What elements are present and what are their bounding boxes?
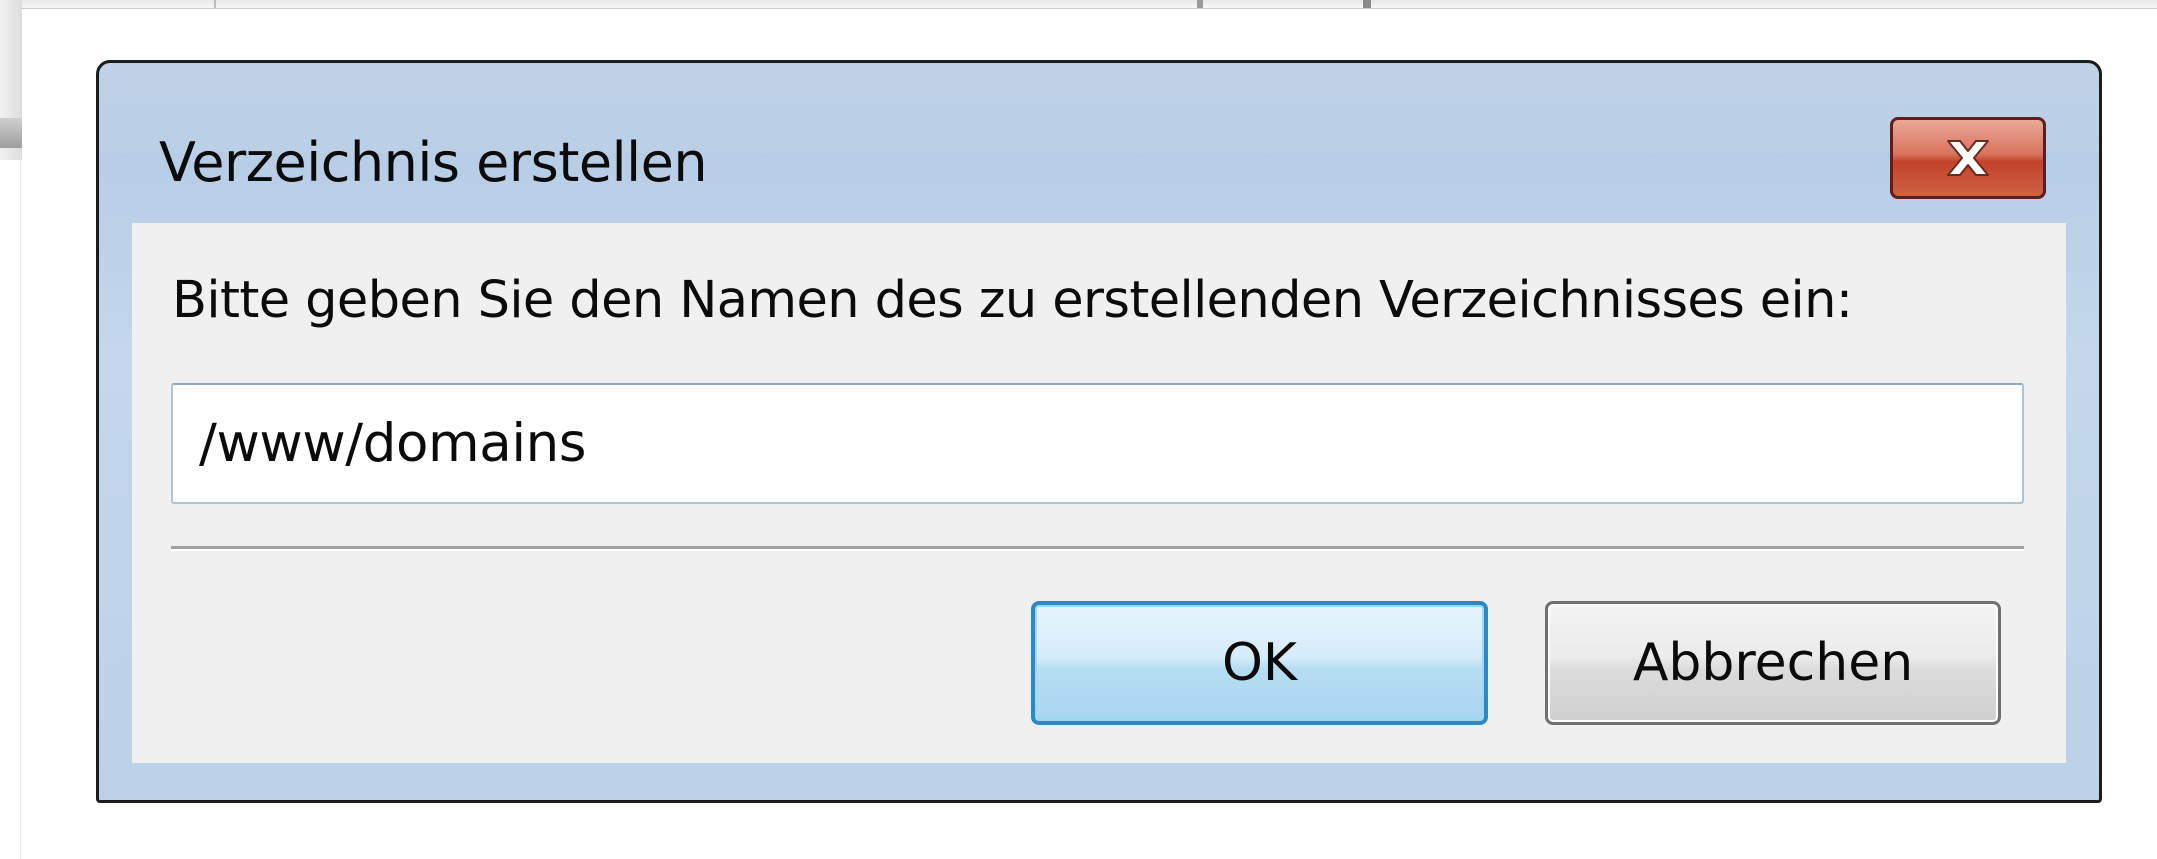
close-button[interactable]: [1890, 117, 2046, 199]
close-icon: [1947, 140, 1989, 176]
background-window-edge: [0, 0, 2157, 9]
ok-button[interactable]: OK: [1031, 601, 1488, 725]
separator: [171, 546, 2024, 551]
directory-name-field[interactable]: [171, 383, 2024, 504]
background-segment: [1197, 0, 1371, 8]
directory-name-input[interactable]: [173, 385, 2022, 502]
cancel-button[interactable]: Abbrechen: [1545, 601, 2001, 725]
background-divider: [20, 150, 21, 859]
dialog-title: Verzeichnis erstellen: [159, 131, 708, 194]
background-segment: [18, 0, 216, 8]
background-window-edge: [0, 118, 22, 148]
create-directory-dialog: Verzeichnis erstellen Bitte geben Sie de…: [96, 60, 2102, 803]
prompt-label: Bitte geben Sie den Namen des zu erstell…: [172, 271, 1853, 330]
